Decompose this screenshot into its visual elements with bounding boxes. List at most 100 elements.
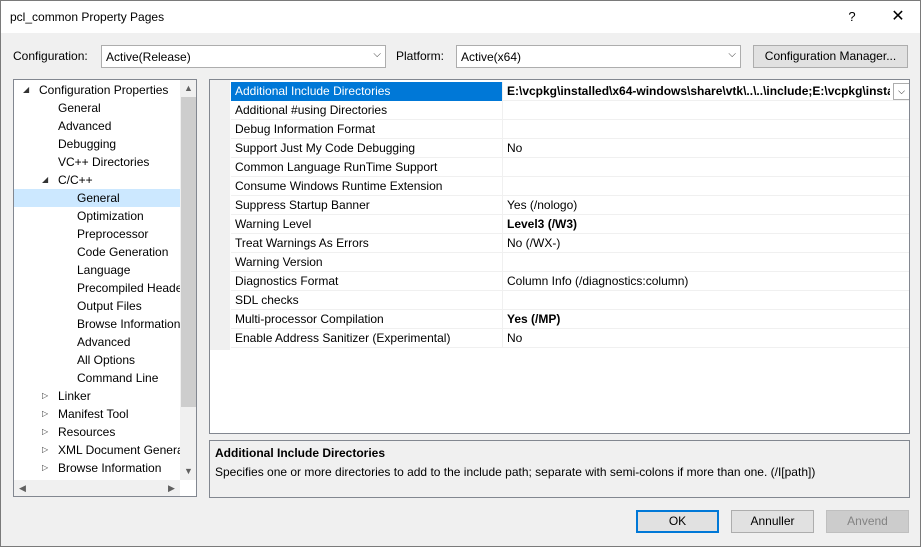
property-row[interactable]: Enable Address Sanitizer (Experimental) N… xyxy=(231,329,909,348)
tree-item[interactable]: ▷ XML Document Genera xyxy=(14,441,180,459)
property-value[interactable]: No xyxy=(504,329,909,348)
property-value[interactable] xyxy=(504,177,909,196)
tree-item[interactable]: General xyxy=(14,99,180,117)
property-row[interactable]: Additional #using Directories xyxy=(231,101,909,120)
collapse-arrow-icon[interactable]: ◢ xyxy=(23,81,29,99)
property-row[interactable]: Warning Level Level3 (/W3) xyxy=(231,215,909,234)
property-name[interactable]: Diagnostics Format xyxy=(231,272,503,291)
description-text: Specifies one or more directories to add… xyxy=(215,465,816,479)
property-value[interactable]: No (/WX-) xyxy=(504,234,909,253)
tree-item[interactable]: Advanced xyxy=(14,117,180,135)
property-name[interactable]: Debug Information Format xyxy=(231,120,503,139)
property-row[interactable]: Suppress Startup Banner Yes (/nologo) xyxy=(231,196,909,215)
tree-item-label: Debugging xyxy=(58,137,117,151)
tree-item[interactable]: ▷ Manifest Tool xyxy=(14,405,180,423)
expand-arrow-icon[interactable]: ▷ xyxy=(42,405,48,423)
tree-item[interactable]: ▷ Linker xyxy=(14,387,180,405)
apply-button[interactable]: Anvend xyxy=(826,510,909,533)
tree-item[interactable]: ◢ C/C++ xyxy=(14,171,180,189)
property-value[interactable]: Level3 (/W3) xyxy=(504,215,909,234)
tree-item[interactable]: VC++ Directories xyxy=(14,153,180,171)
expand-arrow-icon[interactable]: ▷ xyxy=(42,387,48,405)
property-value[interactable]: Yes (/MP) xyxy=(504,310,909,329)
tree-item[interactable]: Browse Information xyxy=(14,315,180,333)
property-row[interactable]: Warning Version xyxy=(231,253,909,272)
tree-item[interactable]: ▷ Resources xyxy=(14,423,180,441)
expand-arrow-icon[interactable]: ▷ xyxy=(42,459,48,477)
property-name[interactable]: Enable Address Sanitizer (Experimental) xyxy=(231,329,503,348)
tree-item[interactable]: Preprocessor xyxy=(14,225,180,243)
property-value[interactable] xyxy=(504,291,909,310)
property-value[interactable] xyxy=(504,120,909,139)
configuration-manager-button[interactable]: Configuration Manager... xyxy=(753,45,908,68)
help-button[interactable]: ? xyxy=(829,1,875,33)
property-value[interactable]: Yes (/nologo) xyxy=(504,196,909,215)
property-row[interactable]: Common Language RunTime Support xyxy=(231,158,909,177)
tree-item[interactable]: Command Line xyxy=(14,369,180,387)
property-name[interactable]: Suppress Startup Banner xyxy=(231,196,503,215)
window-title: pcl_common Property Pages xyxy=(10,10,165,24)
property-value[interactable] xyxy=(504,101,909,120)
property-row[interactable]: SDL checks xyxy=(231,291,909,310)
close-button[interactable]: ✕ xyxy=(875,1,921,33)
expand-arrow-icon[interactable]: ▷ xyxy=(42,423,48,441)
tree-horizontal-scrollbar[interactable]: ◀ ▶ xyxy=(14,480,180,496)
tree-item-label: Output Files xyxy=(77,299,142,313)
tree-item-label: Advanced xyxy=(58,119,112,133)
property-row[interactable]: Consume Windows Runtime Extension xyxy=(231,177,909,196)
tree-item[interactable]: All Options xyxy=(14,351,180,369)
property-name[interactable]: Additional Include Directories xyxy=(231,82,503,101)
configuration-select[interactable]: Active(Release) ⌵ xyxy=(101,45,386,68)
tree-item-label: All Options xyxy=(77,353,136,367)
property-value[interactable] xyxy=(504,158,909,177)
property-value[interactable] xyxy=(504,253,909,272)
chevron-down-icon[interactable]: ⌵ xyxy=(893,83,909,100)
description-title: Additional Include Directories xyxy=(215,446,386,460)
tree-item-label: VC++ Directories xyxy=(58,155,150,169)
tree-item[interactable]: Precompiled Heade xyxy=(14,279,180,297)
property-name[interactable]: Treat Warnings As Errors xyxy=(231,234,503,253)
scroll-down-icon[interactable]: ▼ xyxy=(180,463,196,480)
tree-item[interactable]: ▷ Browse Information xyxy=(14,459,180,477)
tree-vertical-scrollbar[interactable]: ▲ ▼ xyxy=(180,80,196,480)
property-row[interactable]: Diagnostics Format Column Info (/diagnost… xyxy=(231,272,909,291)
property-row[interactable]: Debug Information Format xyxy=(231,120,909,139)
property-value[interactable]: E:\vcpkg\installed\x64-windows\share\vtk… xyxy=(504,82,890,101)
property-name[interactable]: Support Just My Code Debugging xyxy=(231,139,503,158)
property-row[interactable]: Additional Include Directories E:\vcpkg\i… xyxy=(231,82,909,101)
property-value[interactable]: Column Info (/diagnostics:column) xyxy=(504,272,909,291)
collapse-arrow-icon[interactable]: ◢ xyxy=(42,171,48,189)
scrollbar-thumb[interactable] xyxy=(181,97,196,407)
property-row[interactable]: Treat Warnings As Errors No (/WX-) xyxy=(231,234,909,253)
tree-item[interactable]: General xyxy=(14,189,180,207)
tree-item-label: Resources xyxy=(58,425,116,439)
property-name[interactable]: Warning Level xyxy=(231,215,503,234)
scroll-left-icon[interactable]: ◀ xyxy=(14,480,31,496)
scroll-up-icon[interactable]: ▲ xyxy=(180,80,196,97)
tree-item[interactable]: Output Files xyxy=(14,297,180,315)
tree-item[interactable]: ◢ Configuration Properties xyxy=(14,81,180,99)
property-name[interactable]: Multi-processor Compilation xyxy=(231,310,503,329)
tree-item-label: Linker xyxy=(58,389,91,403)
chevron-down-icon: ⌵ xyxy=(373,49,381,60)
tree-item[interactable]: Code Generation xyxy=(14,243,180,261)
property-name[interactable]: Warning Version xyxy=(231,253,503,272)
property-name[interactable]: Additional #using Directories xyxy=(231,101,503,120)
expand-arrow-icon[interactable]: ▷ xyxy=(42,441,48,459)
property-name[interactable]: Consume Windows Runtime Extension xyxy=(231,177,503,196)
property-row[interactable]: Support Just My Code Debugging No xyxy=(231,139,909,158)
cancel-button[interactable]: Annuller xyxy=(731,510,814,533)
tree-item-label: General xyxy=(77,191,120,205)
scroll-right-icon[interactable]: ▶ xyxy=(163,480,180,496)
ok-button[interactable]: OK xyxy=(636,510,719,533)
tree-item-label: Command Line xyxy=(77,371,159,385)
property-name[interactable]: SDL checks xyxy=(231,291,503,310)
tree-item[interactable]: Advanced xyxy=(14,333,180,351)
tree-item[interactable]: Optimization xyxy=(14,207,180,225)
property-value[interactable]: No xyxy=(504,139,909,158)
property-row[interactable]: Multi-processor Compilation Yes (/MP) xyxy=(231,310,909,329)
tree-item[interactable]: Language xyxy=(14,261,180,279)
property-name[interactable]: Common Language RunTime Support xyxy=(231,158,503,177)
platform-select[interactable]: Active(x64) ⌵ xyxy=(456,45,741,68)
tree-item[interactable]: Debugging xyxy=(14,135,180,153)
